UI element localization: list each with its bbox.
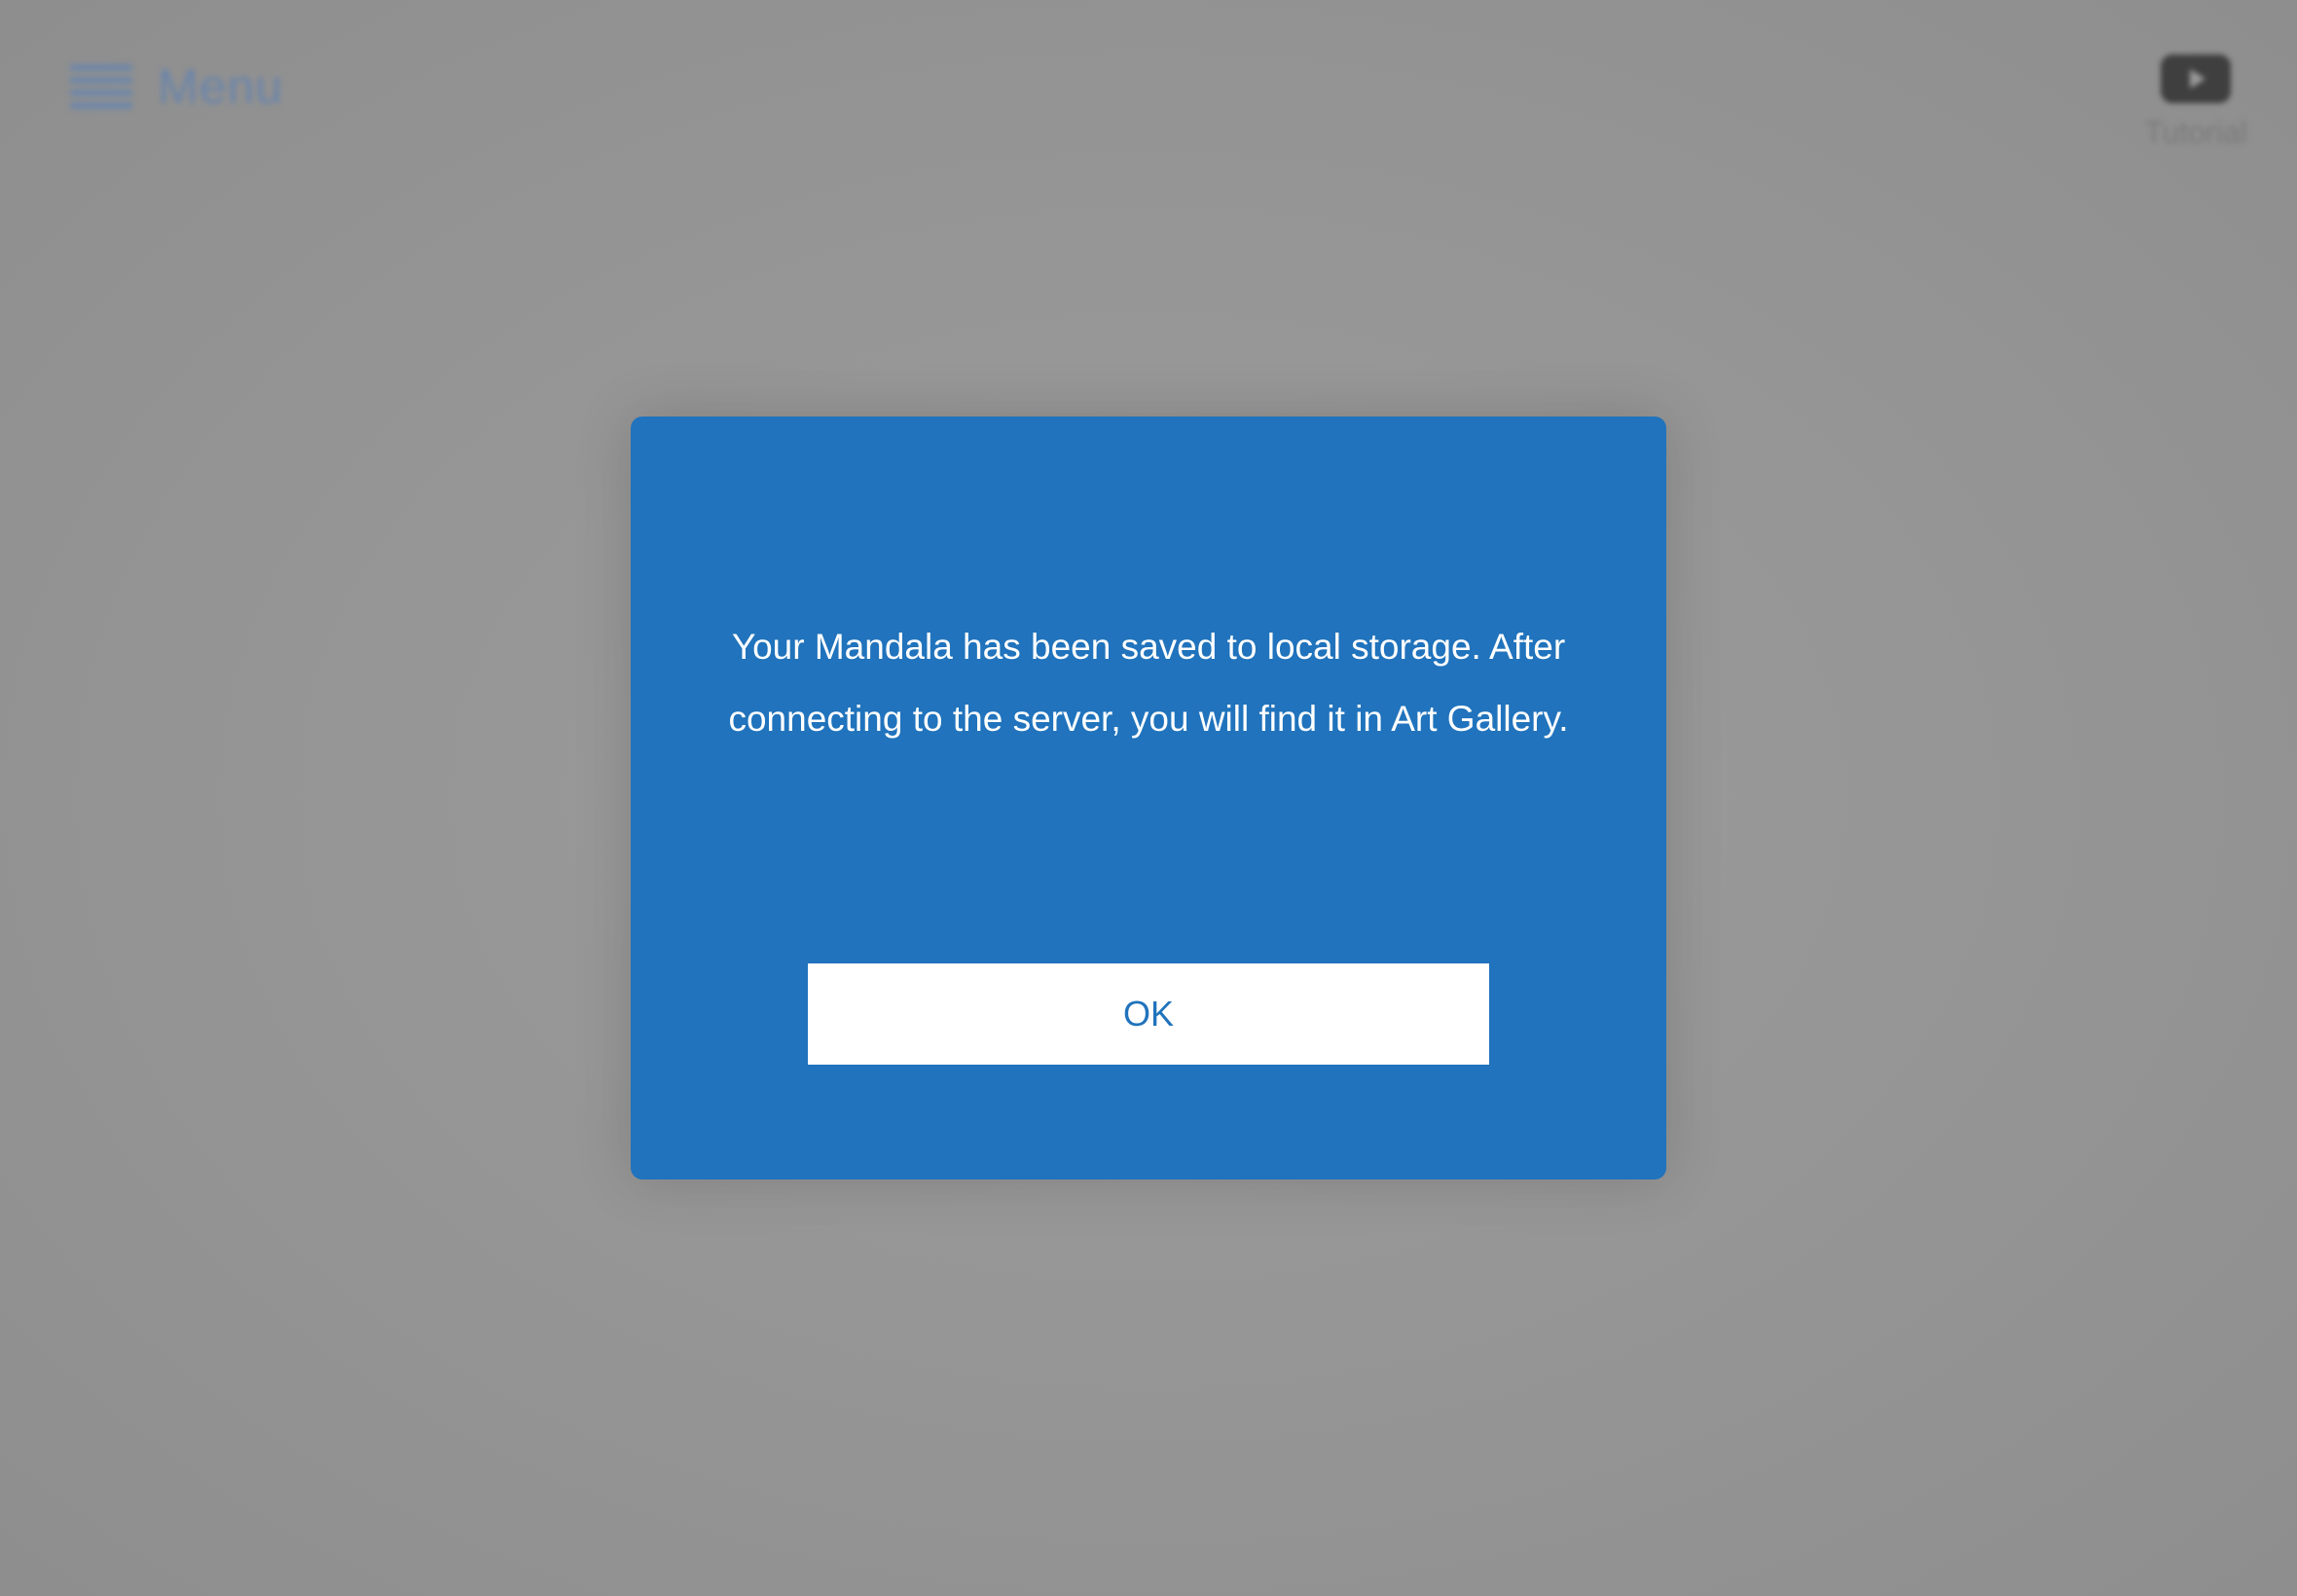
app-screen: Menu Tutorial Your Mandala has been save…: [0, 0, 2297, 1596]
play-icon: [2161, 54, 2231, 103]
save-confirmation-dialog: Your Mandala has been saved to local sto…: [631, 417, 1666, 1179]
ok-button[interactable]: OK: [808, 963, 1489, 1065]
app-header: Menu Tutorial: [0, 0, 2297, 175]
menu-button[interactable]: Menu: [70, 56, 283, 117]
hamburger-icon: [70, 62, 132, 111]
tutorial-label: Tutorial: [2144, 115, 2247, 150]
tutorial-button[interactable]: Tutorial: [2137, 54, 2254, 151]
menu-label: Menu: [158, 59, 284, 114]
dialog-message: Your Mandala has been saved to local sto…: [728, 627, 1569, 739]
